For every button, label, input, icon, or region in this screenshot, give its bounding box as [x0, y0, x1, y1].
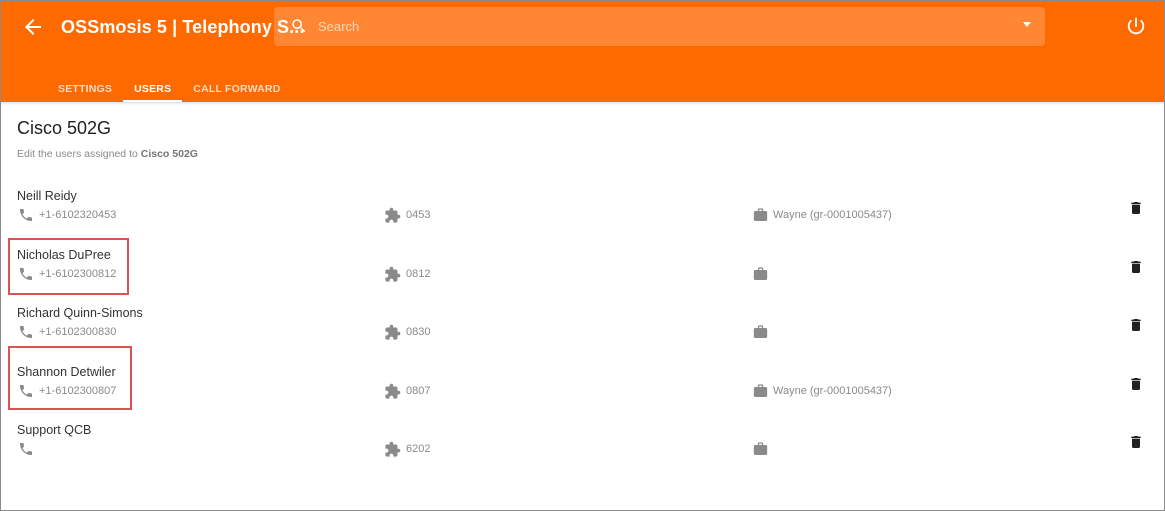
- briefcase-icon: [753, 266, 768, 280]
- user-group: Wayne (gr-0001005437): [773, 384, 892, 397]
- tab-call-forward[interactable]: CALL FORWARD: [182, 76, 291, 102]
- puzzle-icon: [385, 441, 401, 457]
- highlight-box: [8, 346, 132, 410]
- page-subtitle-device: Cisco 502G: [140, 148, 198, 160]
- user-row[interactable]: Nicholas DuPree +1-6102300812 0812: [1, 240, 1164, 299]
- chevron-down-icon[interactable]: [1023, 22, 1031, 27]
- puzzle-icon: [385, 383, 401, 399]
- app-window: OSSmosis 5 | Telephony S... SETTINGS USE…: [0, 0, 1165, 511]
- puzzle-icon: [385, 324, 401, 340]
- back-arrow-icon[interactable]: [21, 15, 45, 39]
- phone-icon: [20, 326, 32, 338]
- user-group: Wayne (gr-0001005437): [773, 209, 892, 221]
- app-bar: OSSmosis 5 | Telephony S... SETTINGS USE…: [1, 1, 1164, 102]
- briefcase-icon: [753, 442, 768, 455]
- user-extension: 0812: [406, 267, 431, 280]
- user-extension: 0830: [406, 326, 431, 338]
- page-title: Cisco 502G: [17, 118, 112, 138]
- user-extension: 0453: [406, 209, 431, 221]
- user-name: Richard Quinn-Simons: [17, 306, 143, 320]
- user-list: Neill Reidy +1-6102320453 0453 Wayne (gr…: [1, 181, 1164, 474]
- tab-settings[interactable]: SETTINGS: [47, 76, 123, 102]
- search-icon: [292, 19, 306, 33]
- trash-icon[interactable]: [1128, 199, 1144, 217]
- user-phone: +1-6102320453: [39, 209, 117, 221]
- trash-icon[interactable]: [1128, 375, 1144, 393]
- app-title: OSSmosis 5 | Telephony S...: [61, 17, 305, 37]
- trash-icon[interactable]: [1128, 316, 1144, 334]
- tab-users[interactable]: USERS: [123, 76, 183, 102]
- user-phone: +1-6102300830: [39, 326, 117, 338]
- user-row[interactable]: Shannon Detwiler +1-6102300807 0807 Wayn…: [1, 357, 1164, 416]
- user-extension: 6202: [406, 443, 431, 455]
- briefcase-icon: [753, 383, 768, 397]
- puzzle-icon: [385, 266, 401, 282]
- puzzle-icon: [385, 207, 401, 223]
- briefcase-icon: [753, 325, 768, 338]
- page-subtitle-prefix: Edit the users assigned to: [17, 148, 138, 160]
- tab-bar: SETTINGS USERS CALL FORWARD: [47, 76, 291, 102]
- app-bar-shadow: [1, 102, 1164, 105]
- phone-icon: [20, 443, 32, 455]
- briefcase-icon: [753, 208, 768, 221]
- search-input[interactable]: [318, 15, 1008, 37]
- highlight-box: [8, 238, 129, 295]
- phone-icon: [20, 209, 32, 221]
- trash-icon[interactable]: [1128, 433, 1144, 451]
- user-name: Neill Reidy: [17, 189, 77, 203]
- user-row[interactable]: Richard Quinn-Simons +1-6102300830 0830: [1, 298, 1164, 357]
- power-icon[interactable]: [1125, 15, 1147, 37]
- user-row[interactable]: Neill Reidy +1-6102320453 0453 Wayne (gr…: [1, 181, 1164, 240]
- search-bar[interactable]: [274, 7, 1045, 46]
- page-subtitle: Edit the users assigned to Cisco 502G: [17, 148, 198, 160]
- user-name: Support QCB: [17, 423, 92, 437]
- user-row[interactable]: Support QCB 6202: [1, 415, 1164, 474]
- user-extension: 0807: [406, 384, 431, 397]
- trash-icon[interactable]: [1128, 258, 1144, 276]
